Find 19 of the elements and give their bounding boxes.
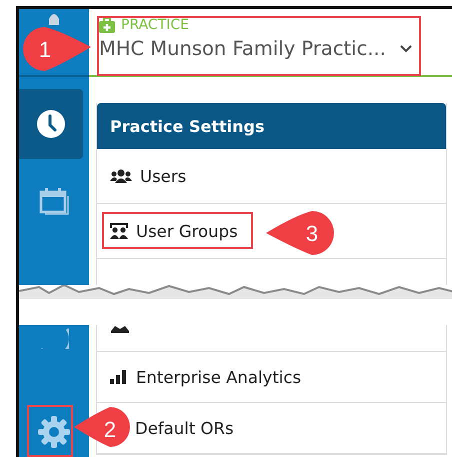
user-group-icon [110, 223, 128, 239]
highlight-outline [27, 405, 73, 457]
sidebar-item[interactable] [19, 89, 83, 159]
settings-icon[interactable] [37, 415, 71, 449]
practice-label: PRACTICE [121, 17, 190, 33]
chevron-down-icon [400, 44, 412, 52]
step-callout-tooltip: 3 [264, 209, 336, 257]
settings-item[interactable]: Enterprise Analytics [97, 352, 446, 403]
clock-icon [36, 109, 66, 139]
practice-selector[interactable]: PRACTICE MHC Munson Family Practic... [89, 9, 452, 77]
bar-chart-icon [110, 370, 128, 384]
step-callout-tooltip: 2 [72, 405, 132, 449]
calendar-icon[interactable] [39, 187, 69, 215]
panel-header: Practice Settings [97, 103, 446, 149]
settings-item[interactable]: Users [97, 149, 446, 204]
users-icon [110, 169, 132, 183]
practice-name: MHC Munson Family Practic... [99, 37, 386, 60]
medical-kit-icon [99, 18, 115, 32]
step-callout-tooltip: 1 [21, 25, 93, 73]
